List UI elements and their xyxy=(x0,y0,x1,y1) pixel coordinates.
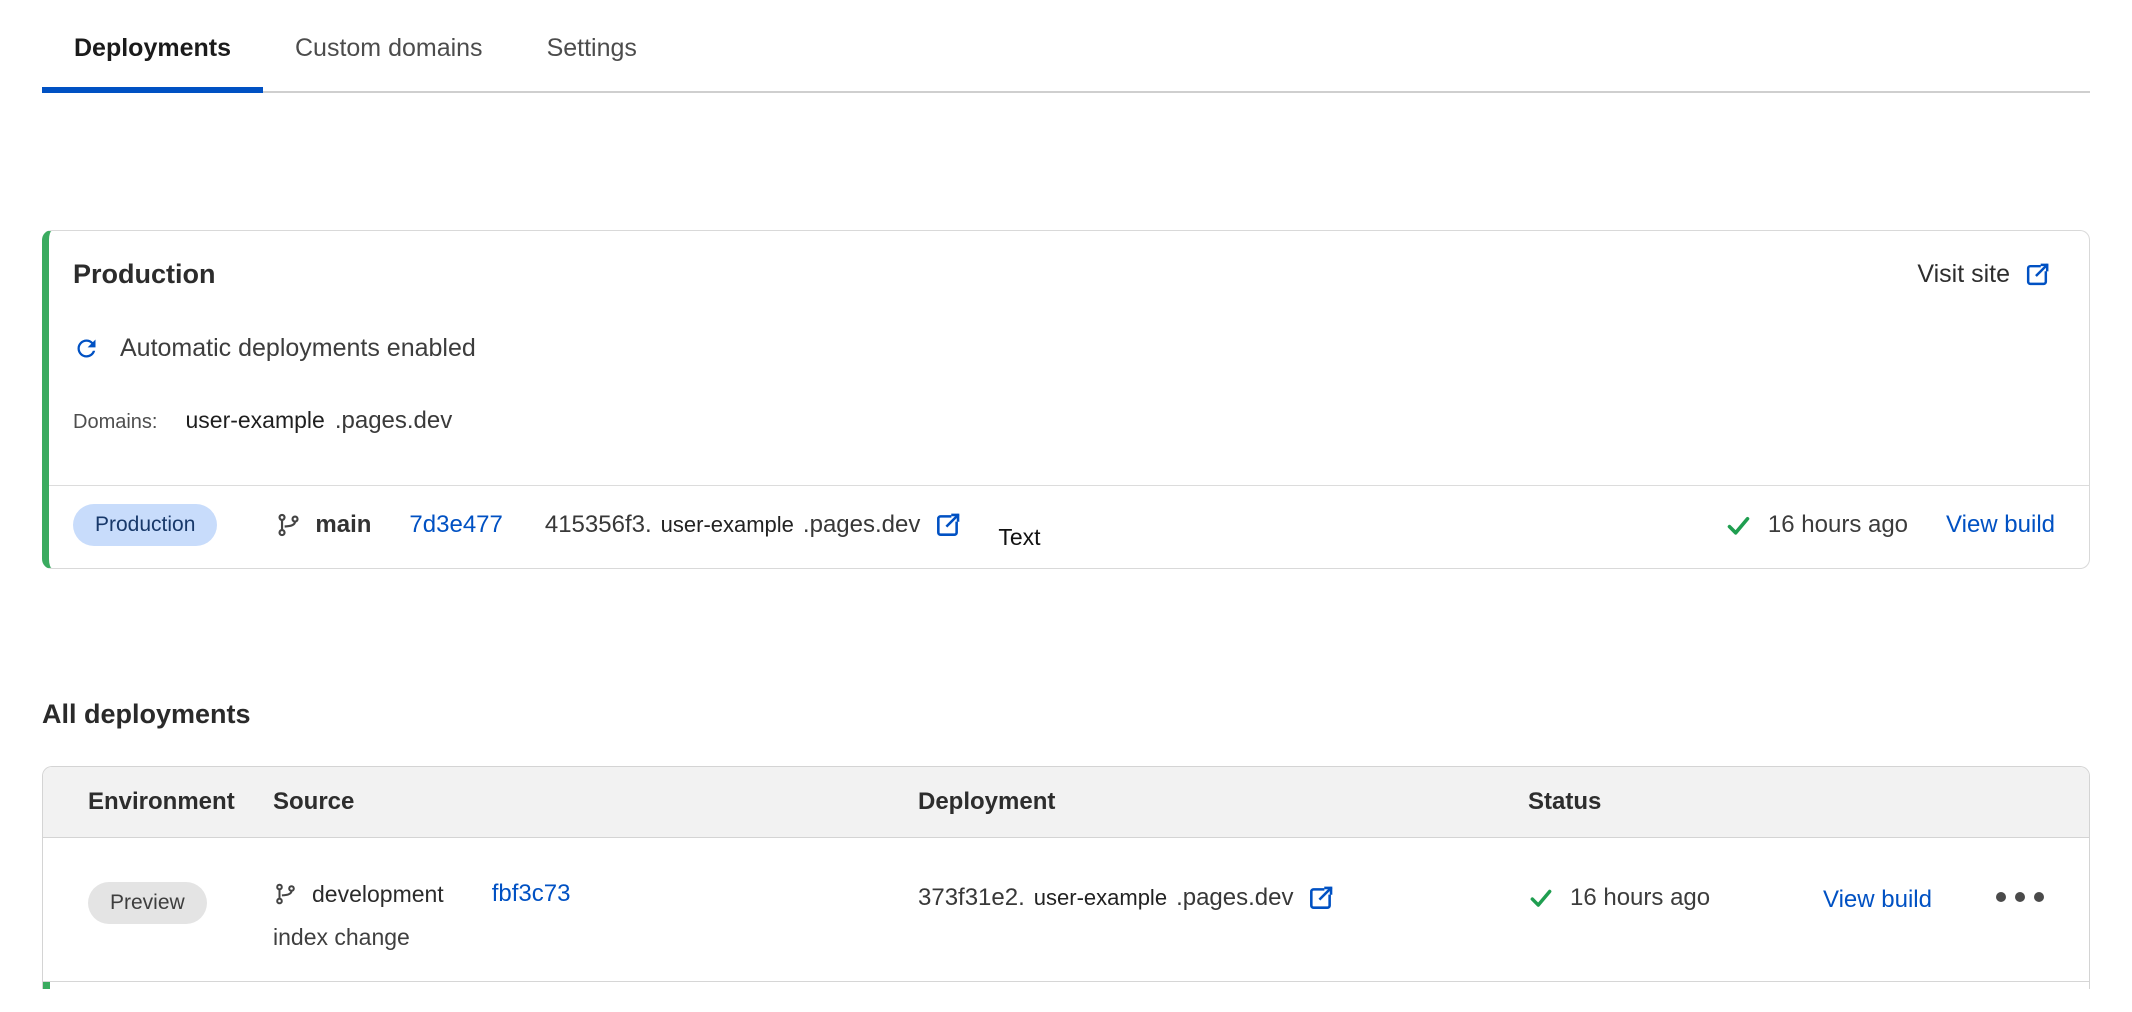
deployment-id: 415356f3. xyxy=(545,511,652,539)
commit-hash-link[interactable]: fbf3c73 xyxy=(492,880,571,908)
domains-label: Domains: xyxy=(73,411,157,434)
view-build-link[interactable]: View build xyxy=(1823,886,1932,913)
table-header-row: Environment Source Deployment Status xyxy=(43,767,2089,838)
column-header-status: Status xyxy=(1528,788,1823,816)
column-header-deployment: Deployment xyxy=(918,788,1528,816)
auto-deployments-text: Automatic deployments enabled xyxy=(120,334,476,363)
commit-message: Text xyxy=(998,524,1040,551)
tab-custom-domains[interactable]: Custom domains xyxy=(263,24,515,93)
branch-name: main xyxy=(315,511,371,539)
git-branch-icon xyxy=(275,512,301,538)
ellipsis-icon xyxy=(1996,892,2044,902)
check-icon xyxy=(1725,512,1752,539)
external-link-icon xyxy=(934,511,962,539)
deployment-suffix: .pages.dev xyxy=(1176,884,1293,912)
deployment-time: 16 hours ago xyxy=(1768,511,1908,539)
table-row: Preview development fbf3c73 xyxy=(43,838,2089,982)
check-icon xyxy=(1528,885,1554,911)
auto-deployments-status: Automatic deployments enabled xyxy=(49,334,2089,363)
visit-site-label: Visit site xyxy=(1917,260,2010,289)
visit-site-link[interactable]: Visit site xyxy=(1917,260,2051,289)
external-link-icon xyxy=(1307,884,1335,912)
production-deployment-row: Production main 7d3e477 415356f3. user-e… xyxy=(49,485,2089,568)
tab-bar: Deployments Custom domains Settings xyxy=(42,0,2090,93)
deployment-domain: user-example xyxy=(1034,885,1167,911)
column-header-environment: Environment xyxy=(88,788,273,816)
deployment-url-link[interactable]: 415356f3. user-example .pages.dev xyxy=(545,511,962,539)
git-branch-icon xyxy=(273,882,297,906)
production-card: Production Visit site Automatic deploym xyxy=(42,230,2090,569)
column-header-source: Source xyxy=(273,788,918,816)
deployment-id: 373f31e2. xyxy=(918,884,1025,912)
deployment-url-link[interactable]: 373f31e2. user-example .pages.dev xyxy=(918,884,1528,912)
commit-hash-link[interactable]: 7d3e477 xyxy=(409,511,502,539)
domain-suffix: .pages.dev xyxy=(335,407,452,435)
tab-settings[interactable]: Settings xyxy=(515,24,669,93)
production-card-title: Production xyxy=(73,259,216,290)
view-build-link[interactable]: View build xyxy=(1946,511,2055,539)
external-link-icon xyxy=(2024,261,2051,288)
next-row-production-indicator xyxy=(43,982,2089,989)
commit-message: index change xyxy=(273,924,918,951)
deployments-table: Environment Source Deployment Status Pre… xyxy=(42,766,2090,989)
page: Deployments Custom domains Settings Prod… xyxy=(0,0,2132,989)
refresh-icon xyxy=(73,335,100,362)
deployment-domain: user-example xyxy=(661,512,794,538)
domains-row: Domains: user-example .pages.dev xyxy=(49,407,2089,435)
deployment-time: 16 hours ago xyxy=(1570,884,1710,912)
environment-badge-preview: Preview xyxy=(88,882,207,924)
deployment-suffix: .pages.dev xyxy=(803,511,920,539)
branch-name: development xyxy=(312,881,444,908)
domain-name: user-example xyxy=(185,407,324,434)
all-deployments-title: All deployments xyxy=(42,699,2090,730)
tab-deployments[interactable]: Deployments xyxy=(42,24,263,93)
row-menu-button[interactable] xyxy=(1983,892,2044,902)
environment-badge-production: Production xyxy=(73,504,217,546)
